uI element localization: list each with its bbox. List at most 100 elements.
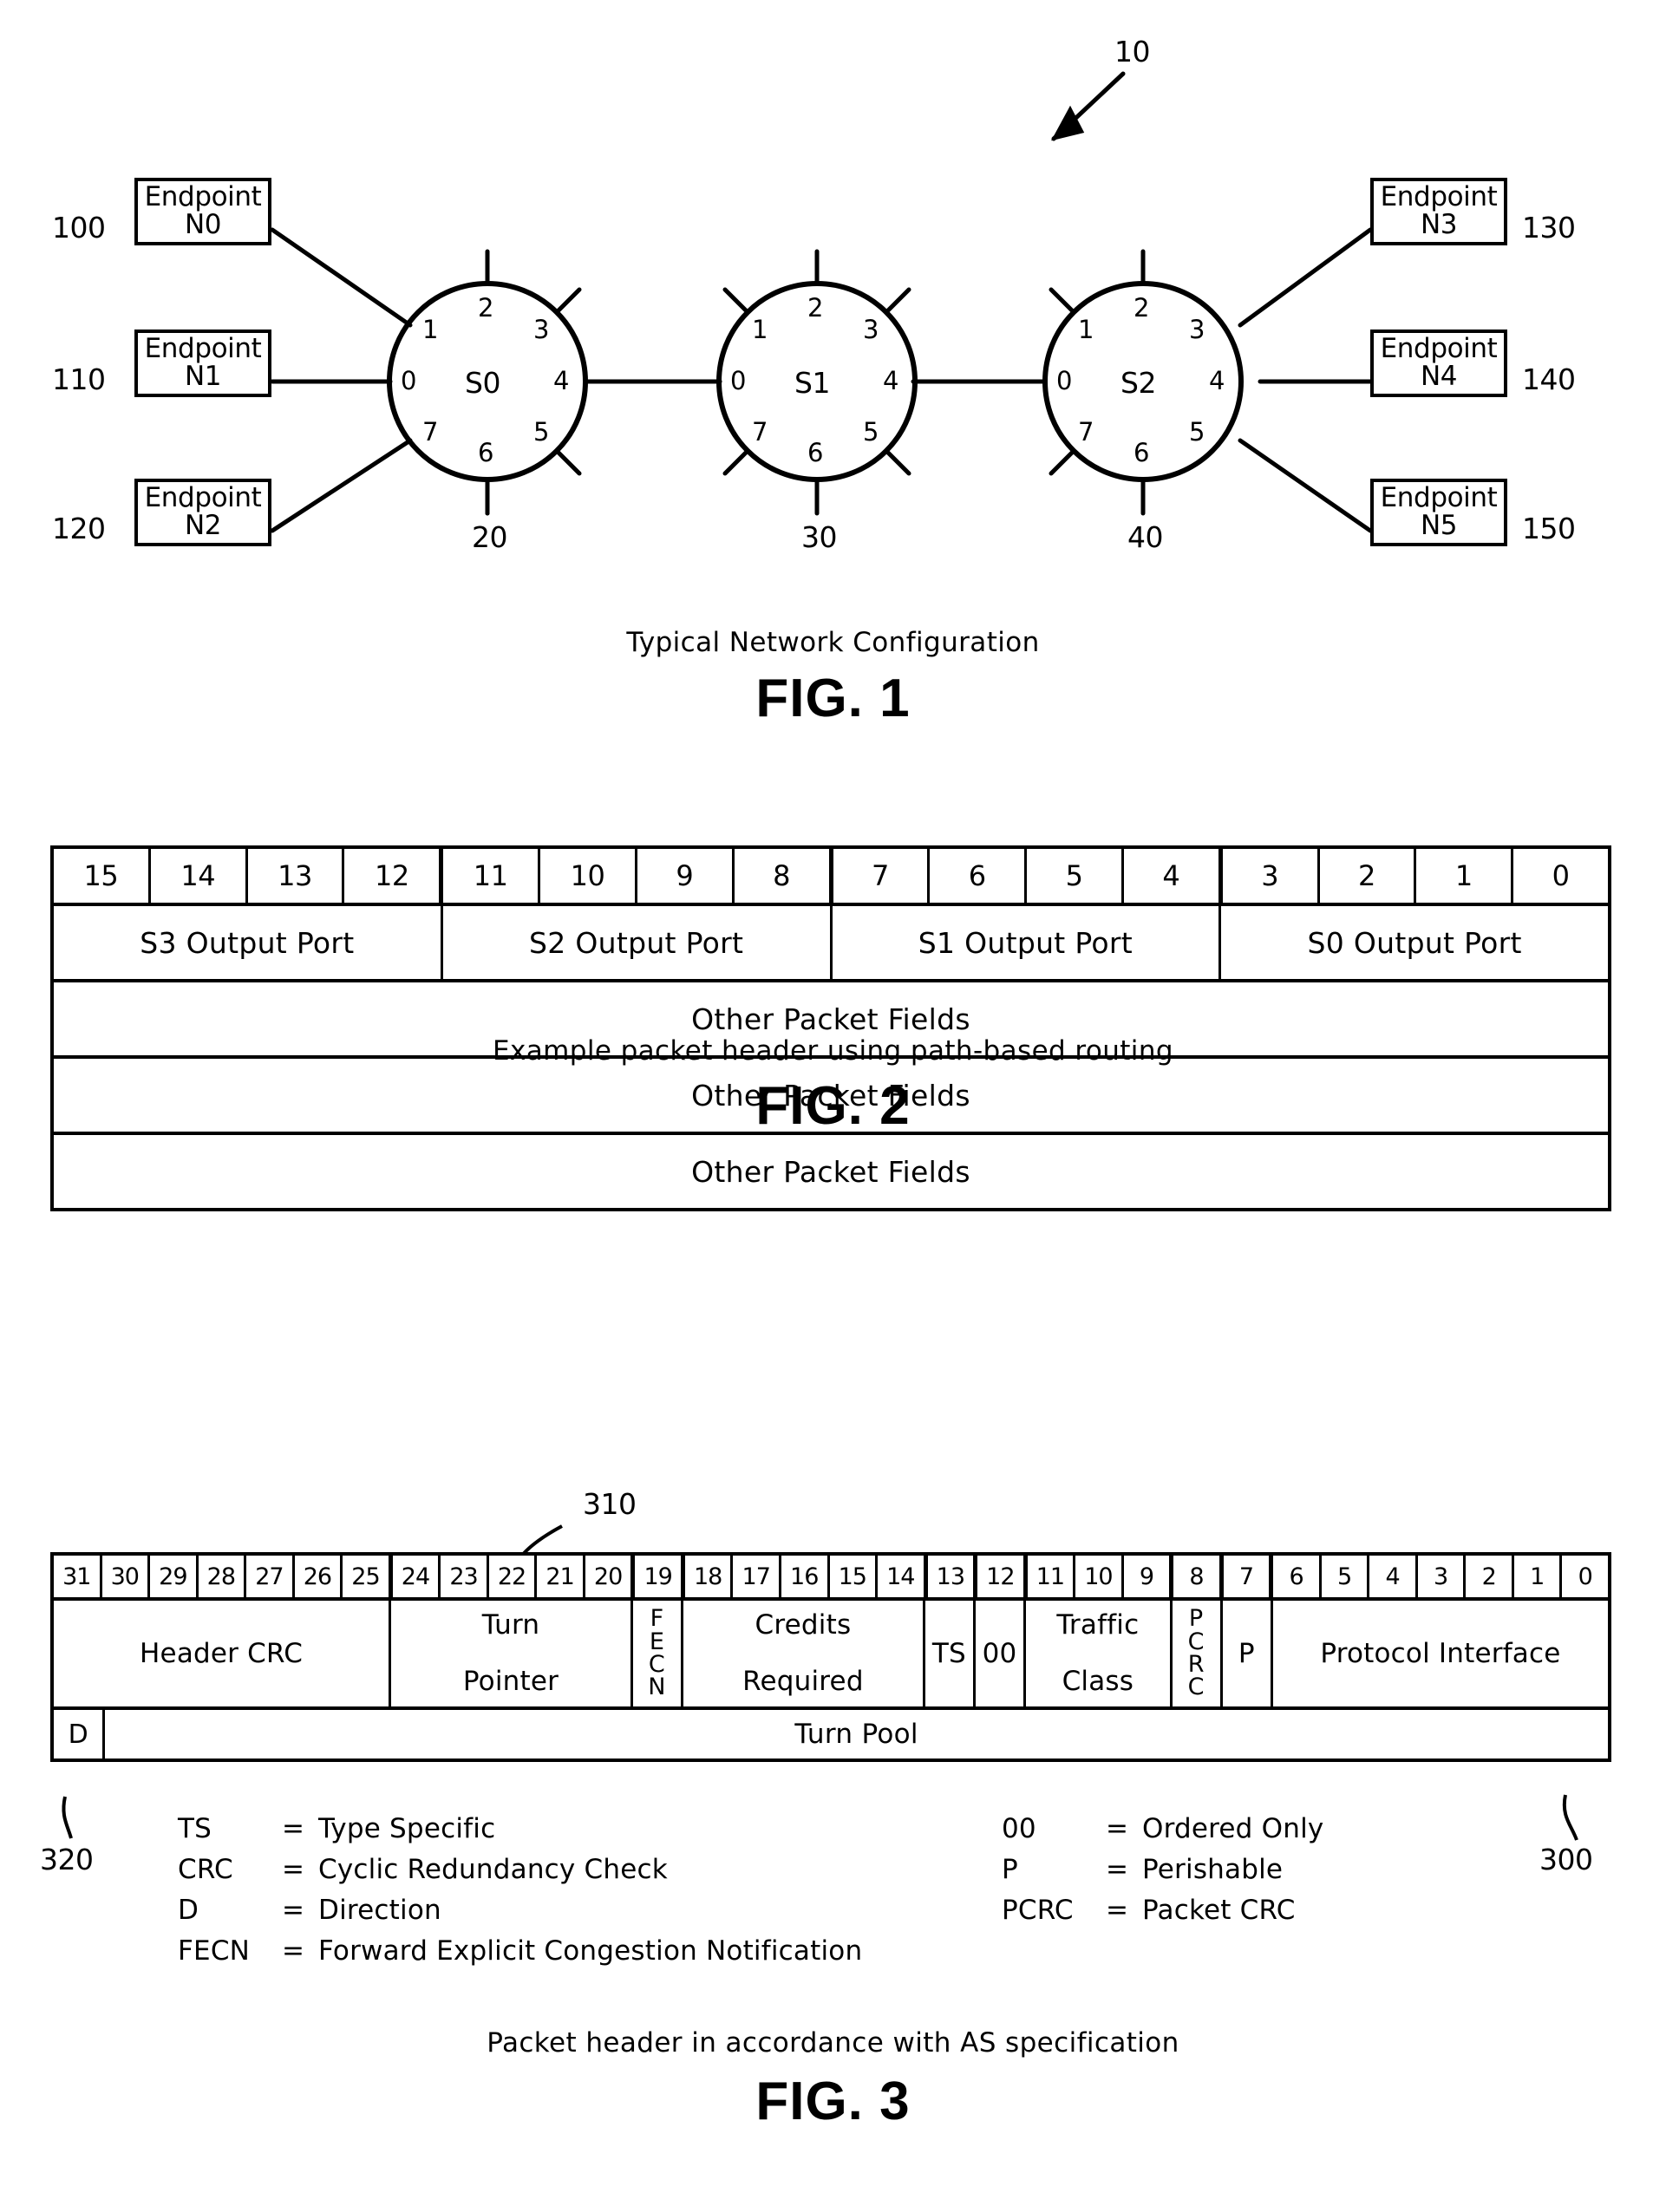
endpoint-n0-line2: N0 — [184, 209, 222, 240]
figure-3-legend-left: TS = Type Specific CRC = Cyclic Redundancy Ch… — [178, 1808, 862, 1971]
legend-right-row-1: 00 = Ordered Only — [1002, 1808, 1323, 1849]
figure-3-bit-23: 23 — [441, 1556, 489, 1597]
s1-port-0: 0 — [730, 366, 746, 395]
figure-3-field-pcrc: PCRC — [1173, 1601, 1223, 1706]
figure-3-bit-13: 13 — [928, 1556, 978, 1597]
direction-cell: D — [54, 1710, 106, 1759]
s1-port-1: 1 — [752, 315, 768, 344]
figure-3-bit-15: 15 — [830, 1556, 879, 1597]
legend-definition-crc: Cyclic Redundancy Check — [318, 1853, 668, 1885]
ref-310: 310 — [583, 1487, 637, 1521]
s2-port-5: 5 — [1189, 417, 1205, 447]
ref-20: 20 — [472, 520, 508, 554]
figure-3-field-credits-required: Credits Required — [683, 1601, 925, 1706]
figure-2-bit-6: 6 — [930, 849, 1028, 903]
s0-port-3: 3 — [533, 315, 549, 344]
figure-3-bit-9: 9 — [1124, 1556, 1174, 1597]
endpoint-n3: Endpoint N3 — [1370, 178, 1507, 245]
endpoint-n1-line2: N1 — [184, 361, 222, 392]
legend-abbr-p: P — [1002, 1853, 1018, 1885]
figure-2-field-s2-output-port: S2 Output Port — [443, 906, 833, 979]
endpoint-n2-line2: N2 — [184, 510, 222, 541]
figure-2-packet-table: 15 14 13 12 11 10 9 8 7 6 5 4 3 2 1 0 S3 Output Port S2 … — [50, 845, 1611, 1211]
s2-port-2: 2 — [1134, 293, 1149, 323]
switch-s0-label: S0 — [465, 366, 500, 400]
legend-left-row-3: D = Direction — [178, 1889, 862, 1930]
figure-3-bit-26: 26 — [295, 1556, 343, 1597]
figure-1-title: FIG. 1 — [755, 669, 911, 728]
s2-port-0: 0 — [1056, 366, 1072, 395]
figure-2-bit-7: 7 — [833, 849, 931, 903]
figure-2-bit-14: 14 — [151, 849, 248, 903]
figure-3-bit-22: 22 — [489, 1556, 538, 1597]
figure-3-field-header-crc: Header CRC — [54, 1601, 392, 1706]
legend-equals-sign: = — [1106, 1894, 1129, 1926]
figure-3-bit-8: 8 — [1173, 1556, 1224, 1597]
s1-port-3: 3 — [863, 315, 879, 344]
figure-3-bit-14: 14 — [878, 1556, 928, 1597]
s1-port-5: 5 — [863, 417, 879, 447]
figure-3-bit-4: 4 — [1369, 1556, 1418, 1597]
endpoint-n5-line1: Endpoint — [1380, 482, 1498, 514]
legend-equals-sign: = — [282, 1812, 305, 1844]
figure-1-caption: Typical Network Configuration — [626, 627, 1040, 658]
legend-abbr-crc: CRC — [178, 1853, 233, 1885]
figure-3-field-turn-pointer: Turn Pointer — [391, 1601, 633, 1706]
ref-120: 120 — [52, 512, 106, 545]
figure-3-bit-20: 20 — [585, 1556, 636, 1597]
figure-2-bit-12: 12 — [344, 849, 444, 903]
legend-equals-sign: = — [1106, 1812, 1129, 1844]
endpoint-n2: Endpoint N2 — [134, 479, 271, 546]
ref-140: 140 — [1522, 362, 1576, 396]
legend-right-row-2: P = Perishable — [1002, 1849, 1323, 1889]
figure-3-bit-5: 5 — [1322, 1556, 1370, 1597]
figure-3-bit-3: 3 — [1418, 1556, 1467, 1597]
figure-3-bit-0: 0 — [1578, 1563, 1593, 1590]
s2-port-1: 1 — [1078, 315, 1094, 344]
legend-abbr-pcrc: PCRC — [1002, 1894, 1074, 1926]
figure-2-caption: Example packet header using path-based r… — [493, 1035, 1173, 1067]
s0-port-7: 7 — [422, 417, 438, 447]
legend-definition-d: Direction — [318, 1894, 441, 1926]
s1-port-2: 2 — [807, 293, 823, 323]
figure-2-title: FIG. 2 — [755, 1076, 911, 1136]
figure-3-caption: Packet header in accordance with AS spec… — [487, 2027, 1179, 2059]
figure-2-bit-10: 10 — [540, 849, 637, 903]
figure-3-bit-row: 31 30 29 28 27 26 25 24 23 22 21 20 19 18 17 16 15 14 13 12… — [54, 1556, 1608, 1597]
figure-2-bit-2: 2 — [1320, 849, 1417, 903]
s1-port-4: 4 — [883, 366, 898, 395]
figure-3-bit-6: 6 — [1273, 1556, 1322, 1597]
endpoint-n4: Endpoint N4 — [1370, 330, 1507, 397]
s2-port-4: 4 — [1209, 366, 1225, 395]
legend-abbr-00: 00 — [1002, 1812, 1036, 1844]
figure-2-bit-11: 11 — [443, 849, 541, 903]
endpoint-n4-line1: Endpoint — [1380, 333, 1498, 365]
endpoint-n0: Endpoint N0 — [134, 178, 271, 245]
figure-2-field-s1-output-port: S1 Output Port — [833, 906, 1222, 979]
endpoint-n0-line1: Endpoint — [144, 181, 262, 213]
figure-2-bit-9: 9 — [637, 849, 735, 903]
figure-3-legend-right: 00 = Ordered Only P = Perishable PCRC = Packet C… — [1002, 1808, 1323, 1930]
figure-3-bit-29: 29 — [150, 1556, 199, 1597]
figure-3-bit-17: 17 — [733, 1556, 781, 1597]
figure-3-bit-18: 18 — [685, 1556, 734, 1597]
endpoint-n3-line2: N3 — [1420, 209, 1458, 240]
patent-figure-sheet: 10 100 Endpoint N0 110 Endpoint N1 120 E… — [0, 0, 1666, 2212]
figure-2-bit-15: 15 — [54, 849, 151, 903]
figure-3-bit-10: 10 — [1075, 1556, 1124, 1597]
figure-3-field-pcrc-vertical-text: PCRC — [1187, 1605, 1205, 1701]
figure-3-bit-7: 7 — [1224, 1556, 1274, 1597]
legend-definition-p: Perishable — [1142, 1853, 1284, 1885]
ref-30: 30 — [801, 520, 838, 554]
figure-3-bit-31: 31 — [54, 1556, 102, 1597]
ref-110: 110 — [52, 362, 106, 396]
legend-definition-fecn: Forward Explicit Congestion Notification — [318, 1935, 863, 1967]
figure-3-field-00: 00 — [976, 1601, 1027, 1706]
s1-port-6: 6 — [807, 438, 823, 467]
figure-3-packet-table: 31 30 29 28 27 26 25 24 23 22 21 20 19 18 17 16 15 14 13 12… — [50, 1552, 1611, 1762]
figure-2-field-s3-output-port: S3 Output Port — [54, 906, 443, 979]
ref-320: 320 — [40, 1843, 94, 1876]
figure-3-field-protocol-interface: Protocol Interface — [1320, 1637, 1561, 1669]
s1-port-7: 7 — [752, 417, 768, 447]
ref-100: 100 — [52, 211, 106, 245]
